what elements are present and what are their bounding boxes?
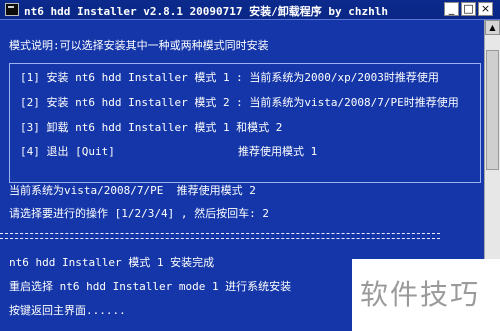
- menu-item-2: [2] 安装 nt6 hdd Installer 模式 2 : 当前系统为vis…: [20, 96, 459, 109]
- watermark-overlay: 软件技巧: [352, 259, 500, 331]
- window-title: nt6 hdd Installer v2.8.1 20090717 安装/卸载程…: [24, 5, 389, 18]
- scroll-thumb[interactable]: [486, 50, 499, 170]
- mode-description: 模式说明:可以选择安装其中一种或两种模式同时安装: [9, 39, 269, 52]
- menu-item-4: [4] 退出 [Quit]: [20, 145, 115, 158]
- console-app-icon[interactable]: [5, 3, 19, 16]
- menu-item-1: [1] 安装 nt6 hdd Installer 模式 1 : 当前系统为200…: [20, 71, 439, 84]
- menu-item-4-note: 推荐使用模式 1: [238, 145, 318, 158]
- operation-prompt: 请选择要进行的操作 [1/2/3/4] , 然后按回车: 2: [9, 207, 269, 220]
- reboot-message: 重启选择 nt6 hdd Installer mode 1 进行系统安装: [9, 280, 292, 293]
- minimize-button[interactable]: _: [444, 2, 459, 16]
- current-system-line: 当前系统为vista/2008/7/PE 推荐使用模式 2: [9, 184, 256, 197]
- console-app-icon-glyph: [8, 6, 14, 8]
- title-bar[interactable]: nt6 hdd Installer v2.8.1 20090717 安装/卸载程…: [0, 0, 500, 20]
- menu-item-3: [3] 卸载 nt6 hdd Installer 模式 1 和模式 2: [20, 121, 283, 134]
- return-message: 按键返回主界面......: [9, 304, 126, 317]
- maximize-button[interactable]: □: [461, 2, 476, 16]
- close-button[interactable]: ×: [478, 2, 493, 16]
- install-complete-line: nt6 hdd Installer 模式 1 安装完成: [9, 256, 215, 269]
- scroll-up-arrow-icon[interactable]: ▲: [485, 20, 500, 35]
- watermark-text: 软件技巧: [360, 278, 481, 311]
- separator-line: [0, 233, 440, 239]
